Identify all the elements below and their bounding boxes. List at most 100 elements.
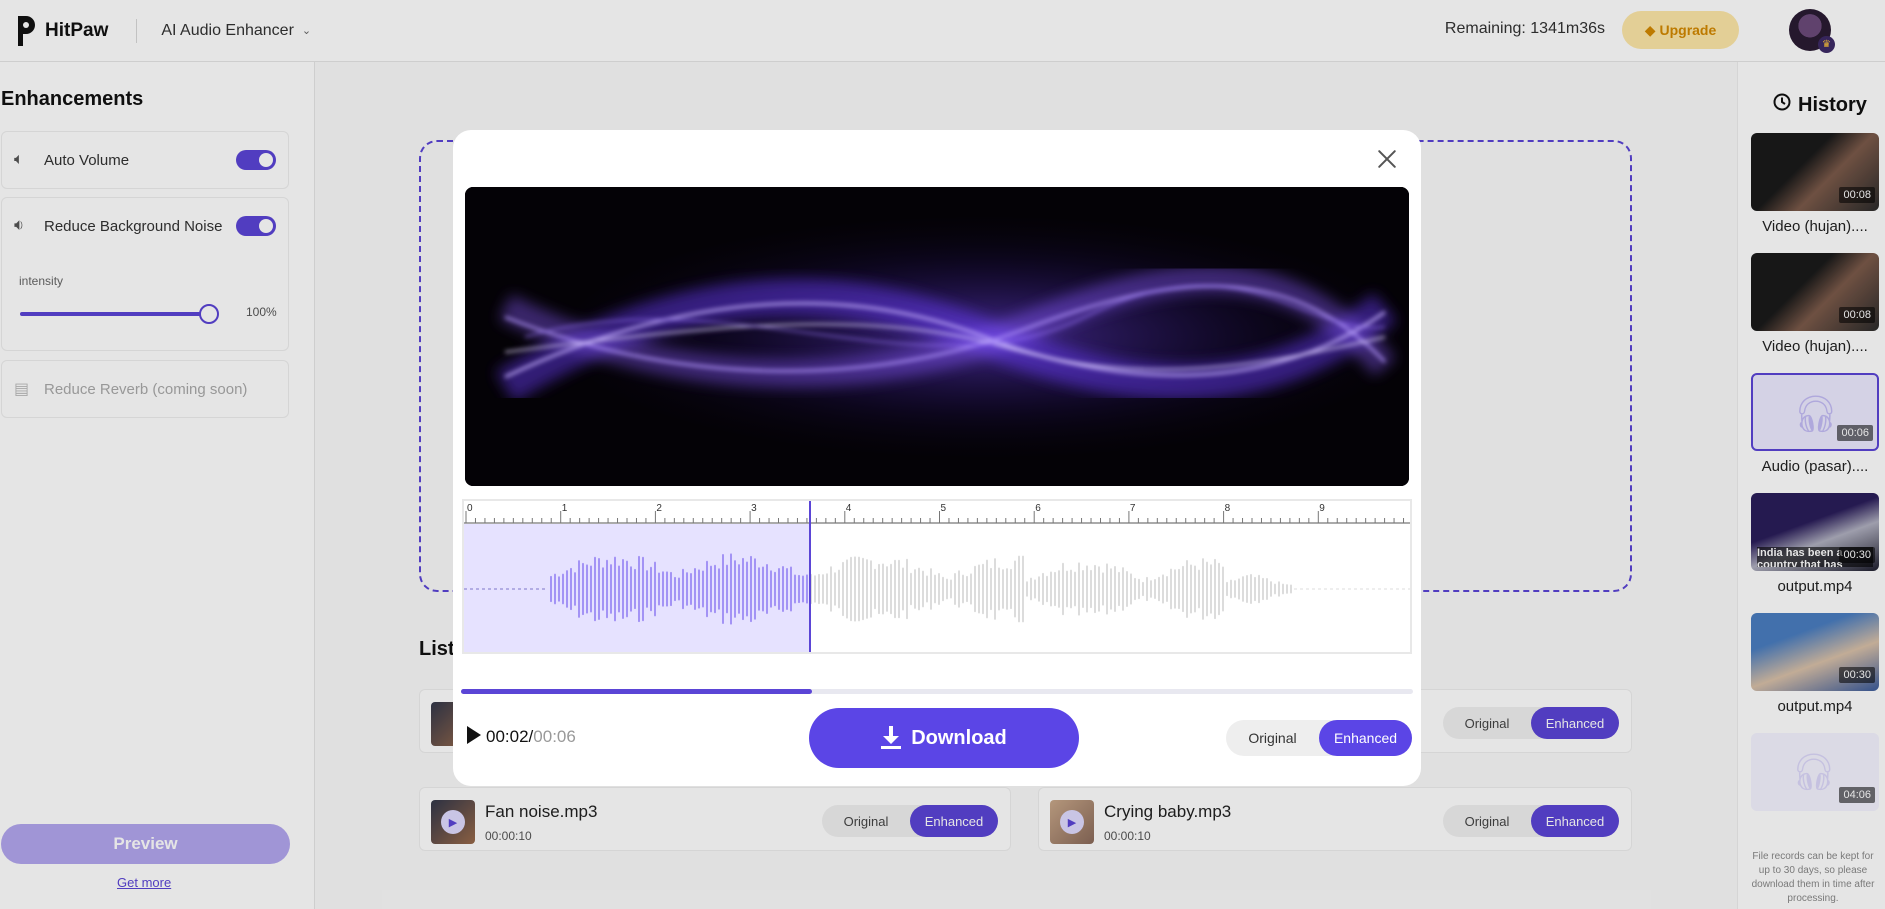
waveform-bar <box>614 556 616 622</box>
waveform-bar <box>554 573 556 605</box>
waveform-bar <box>658 572 660 606</box>
waveform-bar <box>1062 562 1064 616</box>
ruler-label: 1 <box>562 503 568 514</box>
waveform-bar <box>1146 576 1148 602</box>
enhanced-option[interactable]: Enhanced <box>1319 720 1412 756</box>
waveform-bar <box>1198 569 1200 609</box>
waveform-svg: 0 1 2 3 4 5 6 7 8 9 <box>464 503 1410 625</box>
waveform-bar <box>838 569 840 609</box>
play-icon[interactable] <box>467 726 481 744</box>
waveform-bar <box>1066 570 1068 608</box>
waveform-bar <box>650 566 652 612</box>
waveform-bar <box>1038 576 1040 602</box>
waveform-bar <box>898 559 900 619</box>
waveform-bar <box>1162 574 1164 604</box>
waveform-bar <box>1190 564 1192 614</box>
waveform-bar <box>982 563 984 615</box>
waveform-bar <box>854 556 856 622</box>
waveform-bar <box>926 575 928 603</box>
waveform-bar <box>986 559 988 619</box>
waveform-bar <box>734 560 736 618</box>
waveform-bar <box>934 574 936 604</box>
waveform-bar <box>598 558 600 620</box>
waveform-bar <box>942 576 944 602</box>
waveform-bar <box>602 567 604 611</box>
waveform-bar <box>634 568 636 610</box>
waveform-bar <box>830 566 832 612</box>
waveform-bar <box>626 560 628 618</box>
waveform-bar <box>1026 581 1028 597</box>
preview-dialog: 0 1 2 3 4 5 6 7 8 9 00:02/00:06 Download Original… <box>453 130 1421 786</box>
original-option[interactable]: Original <box>1226 730 1319 746</box>
waveform-bar <box>1158 576 1160 602</box>
waveform-bar <box>1122 567 1124 611</box>
download-icon <box>881 726 902 750</box>
waveform-bar <box>1010 568 1012 610</box>
waveform-bar <box>678 577 680 601</box>
waveform-bar <box>642 556 644 622</box>
waveform-bar <box>1242 576 1244 602</box>
waveform-bar <box>882 563 884 615</box>
visualizer-graphic <box>465 187 1409 486</box>
waveform-bar <box>1054 571 1056 607</box>
waveform-bar <box>1022 555 1024 623</box>
waveform-bar <box>1058 570 1060 608</box>
waveform-bar <box>978 564 980 614</box>
waveform-bar <box>1210 564 1212 614</box>
waveform-bar <box>1262 577 1264 601</box>
waveform-bar <box>570 567 572 611</box>
waveform-bar <box>1106 563 1108 615</box>
waveform-bar <box>1202 558 1204 620</box>
waveform-bar <box>1170 568 1172 610</box>
waveform-bar <box>646 570 648 608</box>
waveform-bar <box>1050 571 1052 607</box>
waveform-bar <box>1166 575 1168 603</box>
waveform-bar <box>654 561 656 617</box>
waveform-bar <box>1134 577 1136 601</box>
waveform-bar <box>706 560 708 618</box>
ruler-label: 7 <box>1130 503 1136 514</box>
waveform-bar <box>1082 569 1084 609</box>
waveform-bar <box>574 572 576 606</box>
waveform-bar <box>1014 560 1016 618</box>
waveform-bar <box>1078 562 1080 616</box>
waveform-bar <box>902 567 904 611</box>
waveform-bar <box>906 558 908 620</box>
close-icon[interactable] <box>1375 147 1399 171</box>
waveform-bar <box>962 574 964 604</box>
waveform-bar <box>718 568 720 610</box>
waveform-bar <box>610 564 612 614</box>
waveform-bar <box>682 568 684 610</box>
waveform-bar <box>858 556 860 622</box>
waveform-bar <box>778 567 780 611</box>
waveform-bar <box>686 572 688 606</box>
waveform-bar <box>550 575 552 603</box>
playback-progress-bar[interactable] <box>461 689 1413 694</box>
waveform-bar <box>1238 578 1240 600</box>
waveform-bar <box>1182 565 1184 613</box>
waveform-bar <box>974 565 976 613</box>
waveform-bar <box>1126 570 1128 608</box>
waveform-bar <box>950 579 952 599</box>
waveform-bar <box>774 571 776 607</box>
waveform-bar <box>886 566 888 612</box>
waveform-bar <box>1030 577 1032 601</box>
waveform-bar <box>770 570 772 608</box>
waveform-bar <box>1286 584 1288 594</box>
waveform-bar <box>714 564 716 614</box>
ruler-label: 5 <box>941 503 947 514</box>
waveform-bar <box>742 557 744 621</box>
waveform-bar <box>790 566 792 612</box>
waveform-bar <box>990 567 992 611</box>
playhead[interactable] <box>809 501 811 652</box>
total-time: 00:06 <box>533 727 576 746</box>
waveform-bar <box>766 563 768 615</box>
original-enhanced-switch[interactable]: Original Enhanced <box>1226 720 1412 756</box>
waveform-bar <box>1142 581 1144 597</box>
waveform-timeline[interactable]: 0 1 2 3 4 5 6 7 8 9 <box>462 499 1412 654</box>
waveform-bar <box>918 567 920 611</box>
download-button[interactable]: Download <box>809 708 1079 768</box>
waveform-bar <box>1274 583 1276 595</box>
waveform-bar <box>1230 579 1232 599</box>
playback-time: 00:02/00:06 <box>486 727 576 747</box>
